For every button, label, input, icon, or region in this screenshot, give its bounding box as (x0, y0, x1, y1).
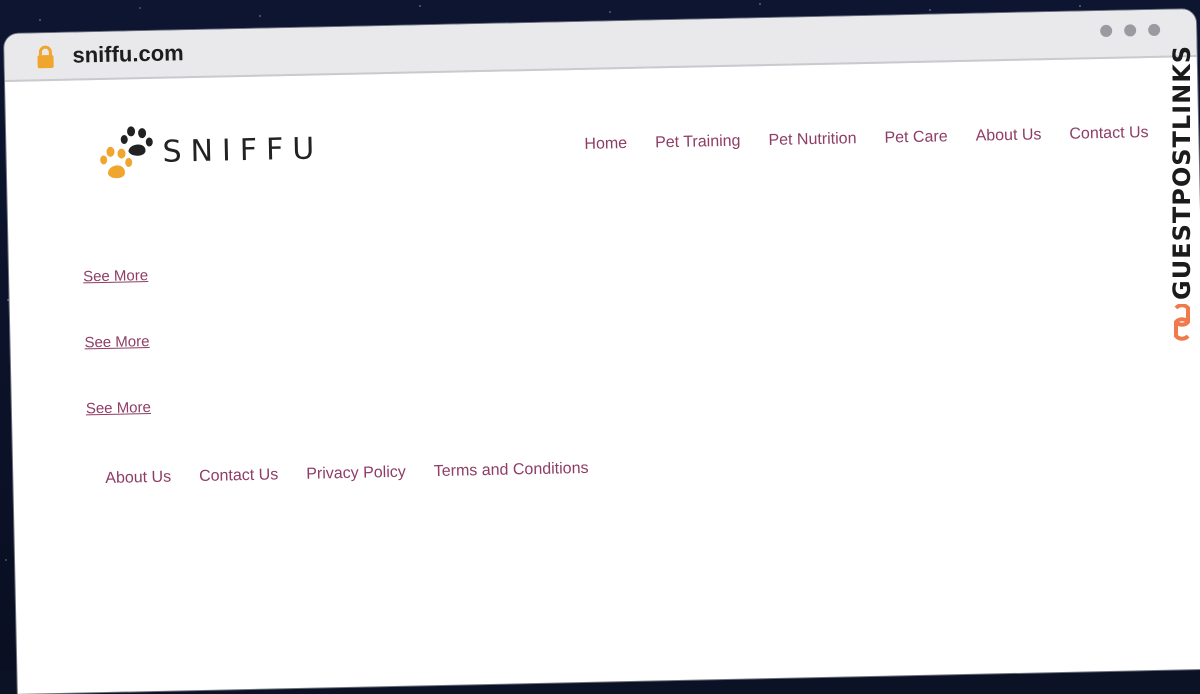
guestpostlinks-brand: GUESTPOSTLINKS (1168, 44, 1196, 300)
window-dot[interactable] (1124, 24, 1137, 37)
see-more-link[interactable]: See More (86, 399, 151, 417)
footer-about-us[interactable]: About Us (105, 469, 171, 488)
footer-terms-and-conditions[interactable]: Terms and Conditions (434, 460, 589, 481)
footer-contact-us[interactable]: Contact Us (199, 466, 279, 486)
see-more-link[interactable]: See More (83, 267, 148, 285)
nav-pet-nutrition[interactable]: Pet Nutrition (768, 130, 856, 150)
window-dot[interactable] (1100, 24, 1113, 38)
see-more-link[interactable]: See More (84, 333, 149, 351)
window-dot[interactable] (1148, 23, 1161, 37)
address-domain[interactable]: sniffu.com (72, 40, 184, 68)
logo-text: SNIFFU (162, 130, 324, 170)
main-nav: Home Pet Training Pet Nutrition Pet Care… (584, 124, 1148, 154)
nav-home[interactable]: Home (584, 135, 627, 154)
window-controls (1100, 23, 1161, 38)
page-content: SNIFFU Home Pet Training Pet Nutrition P… (5, 57, 1200, 694)
browser-window: sniffu.com SNIFFU Home Pet Training Pet … (4, 9, 1200, 694)
nav-pet-care[interactable]: Pet Care (884, 128, 948, 147)
nav-about-us[interactable]: About Us (975, 126, 1041, 145)
chain-link-icon (1174, 304, 1190, 341)
site-logo[interactable]: SNIFFU (94, 117, 324, 184)
nav-contact-us[interactable]: Contact Us (1069, 124, 1149, 144)
footer-privacy-policy[interactable]: Privacy Policy (306, 464, 406, 484)
paw-icon (100, 126, 153, 179)
lock-icon (37, 45, 54, 69)
footer-links: About Us Contact Us Privacy Policy Terms… (105, 460, 589, 488)
nav-pet-training[interactable]: Pet Training (655, 133, 741, 153)
